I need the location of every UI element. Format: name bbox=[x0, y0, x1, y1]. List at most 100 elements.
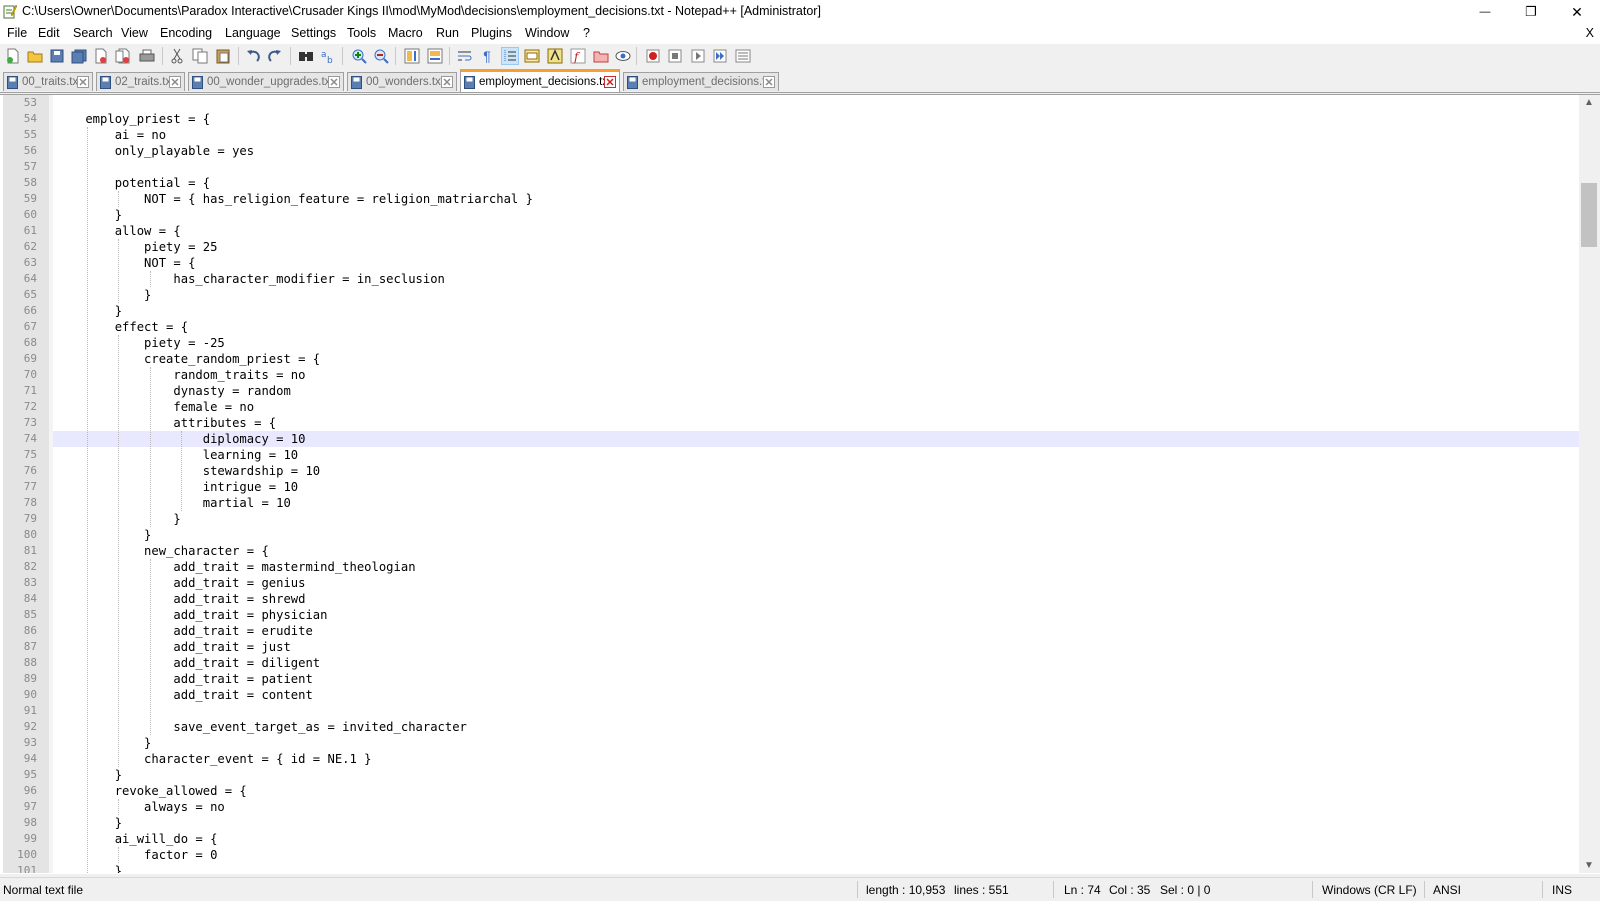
status-bar: Normal text file length : 10,953 lines :… bbox=[0, 877, 1600, 901]
find-button[interactable] bbox=[297, 47, 315, 65]
tab-employment-decisions[interactable]: employment_decisions.txt bbox=[623, 72, 779, 91]
scroll-thumb[interactable] bbox=[1581, 183, 1597, 247]
menu-help[interactable]: ? bbox=[583, 26, 590, 40]
user-language-button[interactable] bbox=[523, 47, 541, 65]
status-length: length : 10,953 bbox=[866, 883, 946, 897]
file-icon bbox=[7, 75, 18, 89]
minimize-icon: — bbox=[1479, 6, 1491, 18]
indent-guide-button[interactable] bbox=[501, 47, 519, 65]
menu-file[interactable]: File bbox=[7, 26, 27, 40]
vertical-scrollbar[interactable]: ▲ ▼ bbox=[1579, 95, 1600, 873]
line-number: 97 bbox=[23, 800, 37, 813]
close-file-button[interactable] bbox=[92, 47, 110, 65]
menu-macro[interactable]: Macro bbox=[388, 26, 423, 40]
function-list-button[interactable]: f bbox=[569, 47, 587, 65]
save-macro-button[interactable] bbox=[734, 47, 752, 65]
menu-edit[interactable]: Edit bbox=[38, 26, 60, 40]
close-document-button[interactable]: X bbox=[1586, 26, 1594, 40]
line-number: 77 bbox=[23, 480, 37, 493]
run-macro-multiple-button[interactable] bbox=[711, 47, 729, 65]
tab-close-icon[interactable] bbox=[169, 76, 181, 88]
close-icon bbox=[95, 48, 107, 64]
code-line: } bbox=[56, 816, 123, 830]
status-encoding[interactable]: ANSI bbox=[1433, 883, 1461, 897]
close-all-button[interactable] bbox=[114, 47, 132, 65]
status-lines: lines : 551 bbox=[954, 883, 1009, 897]
zoom-in-button[interactable] bbox=[350, 47, 368, 65]
record-macro-button[interactable] bbox=[644, 47, 662, 65]
code-line: has_character_modifier = in_seclusion bbox=[56, 272, 445, 286]
word-wrap-button[interactable] bbox=[456, 47, 474, 65]
cut-button[interactable] bbox=[168, 47, 186, 65]
line-number: 89 bbox=[23, 672, 37, 685]
tab-close-icon[interactable] bbox=[763, 76, 775, 88]
editor[interactable]: 53 54 55 56 57 58 59 60 61 62 63 64 65 66 67 68 69 70 71 72… bbox=[0, 94, 1600, 874]
undo-button[interactable] bbox=[244, 47, 262, 65]
line-number: 88 bbox=[23, 656, 37, 669]
tab-close-icon[interactable] bbox=[441, 76, 453, 88]
line-number: 86 bbox=[23, 624, 37, 637]
restore-button[interactable]: ❐ bbox=[1508, 0, 1554, 24]
tab-00-wonders[interactable]: 00_wonders.txt bbox=[347, 72, 457, 91]
tab-00-wonder-upgrades[interactable]: 00_wonder_upgrades.txt bbox=[188, 72, 344, 91]
status-file-type: Normal text file bbox=[3, 883, 84, 897]
redo-button[interactable] bbox=[266, 47, 284, 65]
code-line: add_trait = physician bbox=[56, 608, 328, 622]
folder-workspace-button[interactable] bbox=[592, 47, 610, 65]
sync-vertical-button[interactable] bbox=[403, 47, 421, 65]
code-area[interactable]: employ_priest = { ai = no only_playable … bbox=[53, 95, 1579, 873]
tab-02-traits[interactable]: 02_traits.txt bbox=[96, 72, 185, 91]
tab-bar: 00_traits.txt 02_traits.txt 00_wonder_up… bbox=[0, 68, 1600, 93]
tab-employment-decisions-active[interactable]: employment_decisions.txt bbox=[460, 69, 620, 92]
menu-run[interactable]: Run bbox=[436, 26, 459, 40]
scroll-down-icon[interactable]: ▼ bbox=[1584, 860, 1594, 871]
line-number: 85 bbox=[23, 608, 37, 621]
status-insert-mode[interactable]: INS bbox=[1552, 883, 1572, 897]
status-eol[interactable]: Windows (CR LF) bbox=[1322, 883, 1417, 897]
show-all-characters-button[interactable]: ¶ bbox=[478, 47, 496, 65]
menu-view[interactable]: View bbox=[121, 26, 148, 40]
stop-macro-button[interactable] bbox=[666, 47, 684, 65]
paste-button[interactable] bbox=[214, 47, 232, 65]
menu-search[interactable]: Search bbox=[73, 26, 113, 40]
menu-language[interactable]: Language bbox=[225, 26, 281, 40]
print-button[interactable] bbox=[138, 47, 156, 65]
tab-close-icon[interactable] bbox=[604, 76, 616, 88]
menu-encoding[interactable]: Encoding bbox=[160, 26, 212, 40]
close-window-button[interactable]: ✕ bbox=[1554, 0, 1600, 24]
code-line: employ_priest = { bbox=[56, 112, 211, 126]
code-line: add_trait = erudite bbox=[56, 624, 313, 638]
menu-window[interactable]: Window bbox=[525, 26, 569, 40]
line-number: 99 bbox=[23, 832, 37, 845]
menu-settings[interactable]: Settings bbox=[291, 26, 336, 40]
replace-button[interactable]: ab bbox=[319, 47, 337, 65]
copy-button[interactable] bbox=[191, 47, 209, 65]
new-file-button[interactable] bbox=[4, 47, 22, 65]
sync-horizontal-button[interactable] bbox=[426, 47, 444, 65]
line-number: 93 bbox=[23, 736, 37, 749]
zoom-out-button[interactable] bbox=[372, 47, 390, 65]
copy-icon bbox=[192, 48, 208, 64]
line-number: 101 bbox=[17, 864, 37, 873]
save-macro-icon bbox=[735, 49, 751, 63]
cut-icon bbox=[171, 48, 183, 64]
tab-00-traits[interactable]: 00_traits.txt bbox=[3, 72, 93, 91]
menu-tools[interactable]: Tools bbox=[347, 26, 376, 40]
menu-plugins[interactable]: Plugins bbox=[471, 26, 512, 40]
monitoring-button[interactable] bbox=[614, 47, 632, 65]
save-all-button[interactable] bbox=[70, 47, 88, 65]
open-file-button[interactable] bbox=[26, 47, 44, 65]
tab-close-icon[interactable] bbox=[77, 76, 89, 88]
code-line: learning = 10 bbox=[56, 448, 299, 462]
code-line: intrigue = 10 bbox=[56, 480, 299, 494]
save-button[interactable] bbox=[48, 47, 66, 65]
find-icon bbox=[299, 52, 313, 61]
minimize-button[interactable]: — bbox=[1462, 0, 1508, 24]
play-macro-button[interactable] bbox=[689, 47, 707, 65]
word-wrap-icon bbox=[458, 51, 472, 61]
document-map-button[interactable] bbox=[546, 47, 564, 65]
line-number: 83 bbox=[23, 576, 37, 589]
code-line: attributes = { bbox=[56, 416, 277, 430]
scroll-up-icon[interactable]: ▲ bbox=[1584, 97, 1594, 108]
tab-close-icon[interactable] bbox=[328, 76, 340, 88]
